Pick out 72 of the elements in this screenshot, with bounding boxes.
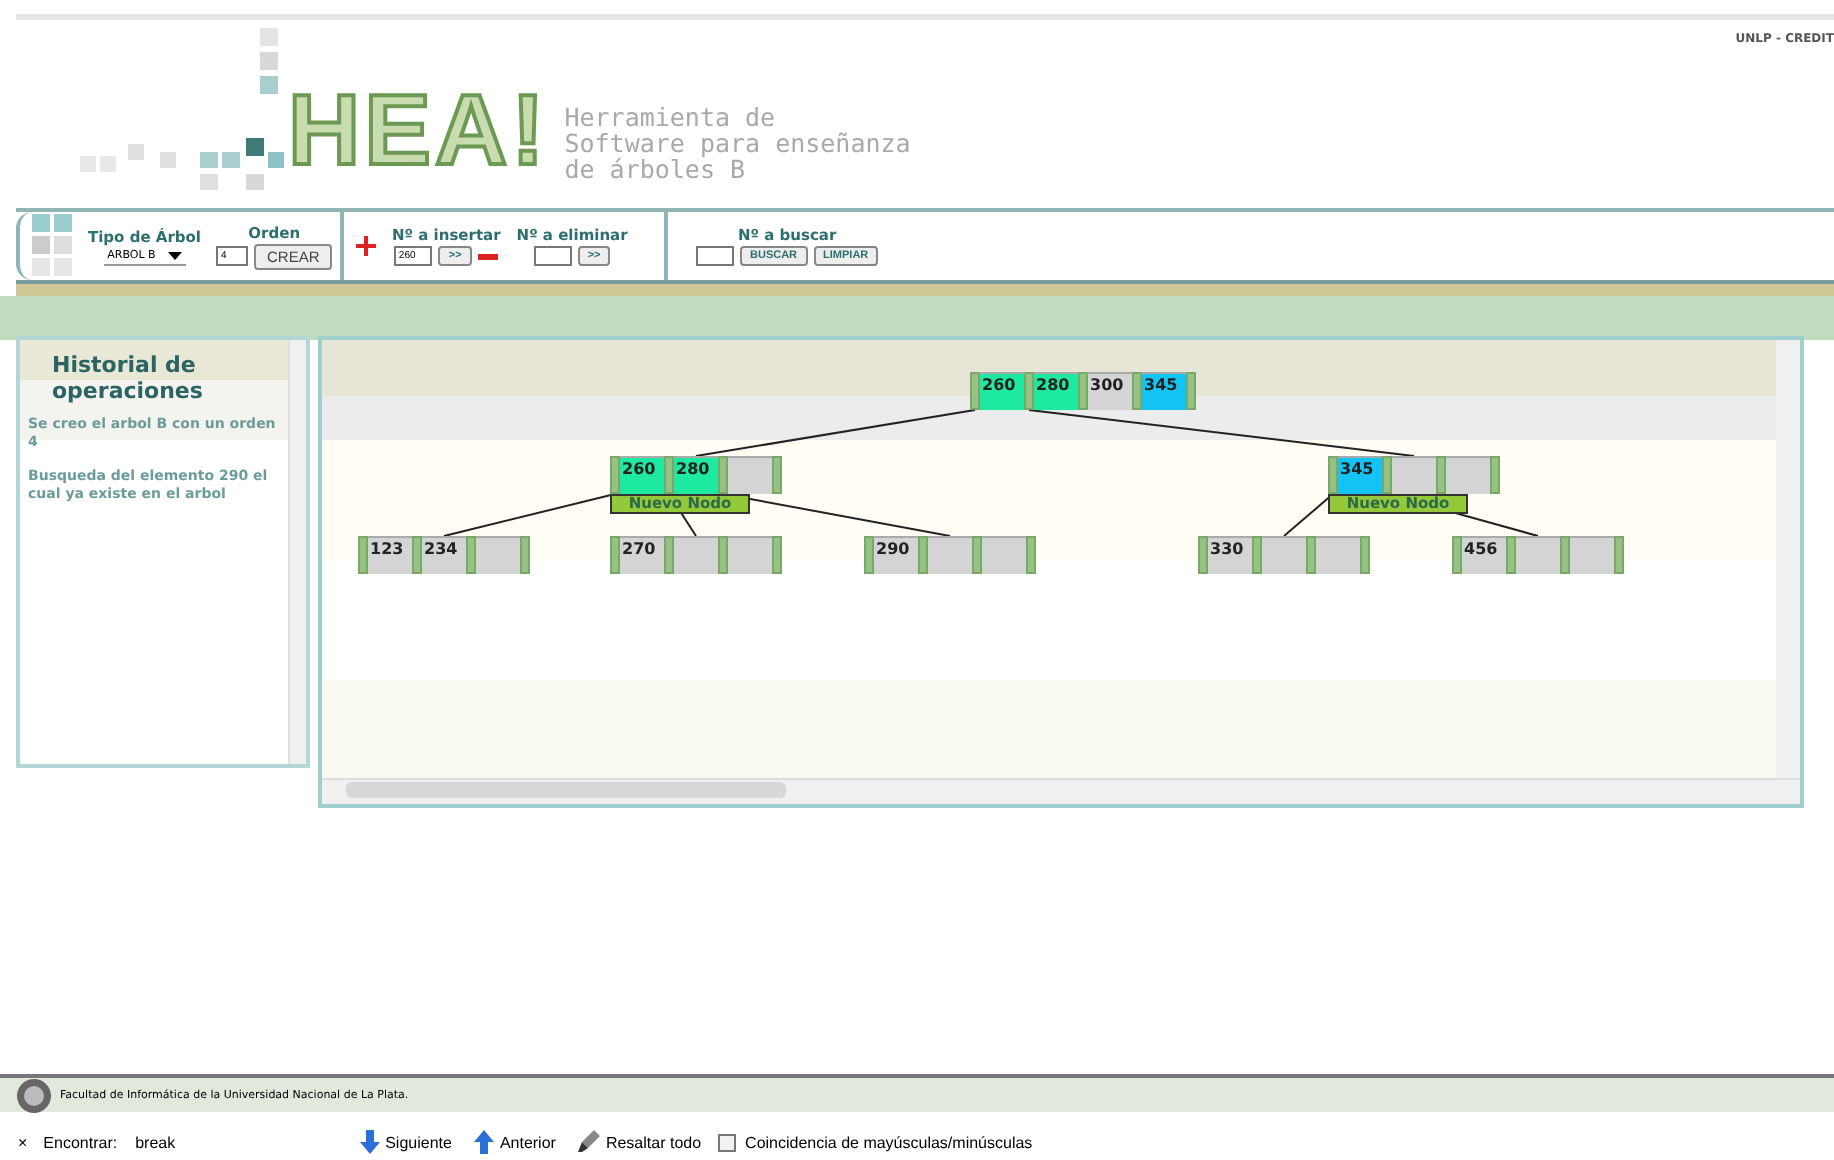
pointer-slot xyxy=(972,536,982,574)
university-seal-icon xyxy=(16,1077,52,1113)
key-cell: 456 xyxy=(1462,536,1506,574)
key-cell: 260 xyxy=(620,456,664,494)
logo-subtitle: Herramienta de xyxy=(564,104,776,130)
pointer-slot xyxy=(610,536,620,574)
pointer-slot xyxy=(1360,536,1370,574)
close-button[interactable]: × xyxy=(12,1133,34,1151)
pointer-slot xyxy=(718,536,728,574)
pointer-slot xyxy=(1382,456,1392,494)
pointer-slot xyxy=(1078,372,1088,410)
pointer-slot xyxy=(1452,536,1462,574)
logo-subtitle: Software para enseñanza xyxy=(564,130,911,156)
edge-line xyxy=(1283,493,1334,537)
key-cell: 123 xyxy=(368,536,412,574)
pointer-slot xyxy=(1024,372,1034,410)
key-cell: 280 xyxy=(674,456,718,494)
pointer-slot xyxy=(718,456,728,494)
pointer-slot xyxy=(970,372,980,410)
arrow-up-icon xyxy=(473,1130,494,1154)
find-bar-button[interactable]: Siguiente xyxy=(353,1130,458,1154)
squares-icon xyxy=(32,214,72,278)
pointer-slot xyxy=(1560,536,1570,574)
find-bar-button[interactable]: Resaltar todo xyxy=(571,1130,708,1154)
pointer-slot xyxy=(610,456,620,494)
pointer-slot xyxy=(1198,536,1208,574)
key-cell: 330 xyxy=(1208,536,1252,574)
pointer-slot xyxy=(466,536,476,574)
delete-input[interactable] xyxy=(533,246,572,266)
plus-icon xyxy=(356,236,376,256)
scrollbar[interactable] xyxy=(288,340,306,764)
pointer-slot xyxy=(1436,456,1446,494)
checkbox[interactable] xyxy=(717,1133,736,1151)
scrollbar[interactable] xyxy=(322,778,1800,804)
key-cell: 270 xyxy=(620,536,664,574)
key-cell: 280 xyxy=(1034,372,1078,410)
find-bar-button[interactable]: Anterior xyxy=(467,1130,562,1154)
history-title: Historial de operaciones xyxy=(50,352,205,404)
pointer-slot xyxy=(1026,536,1036,574)
logo-text: HEA! xyxy=(288,80,549,180)
pointer-slot xyxy=(1252,536,1262,574)
key-cell: 345 xyxy=(1338,456,1382,494)
key-cell: 300 xyxy=(1088,372,1132,410)
pointer-slot xyxy=(664,536,674,574)
search-input[interactable] xyxy=(696,246,734,266)
find-label: Encontrar: xyxy=(43,1133,118,1151)
key-cell: 234 xyxy=(422,536,466,574)
pointer-slot xyxy=(772,536,782,574)
key-cell: 260 xyxy=(980,372,1024,410)
pointer-slot xyxy=(358,536,368,574)
pointer-slot xyxy=(918,536,928,574)
pointer-slot xyxy=(864,536,874,574)
pointer-slot xyxy=(412,536,422,574)
caret-icon xyxy=(167,251,182,259)
arrow-down-icon xyxy=(359,1130,380,1154)
pointer-slot xyxy=(1328,456,1338,494)
pointer-slot xyxy=(1132,372,1142,410)
pointer-slot xyxy=(1186,372,1196,410)
highlighter-icon xyxy=(577,1130,600,1154)
pointer-slot xyxy=(1306,536,1316,574)
pointer-slot xyxy=(520,536,530,574)
scrollbar[interactable] xyxy=(1776,340,1800,778)
key-cell: 345 xyxy=(1142,372,1186,410)
logo-subtitle: de árboles B xyxy=(564,156,746,182)
checkbox-label: Coincidencia de mayúsculas/minúsculas xyxy=(745,1133,1033,1151)
pointer-slot xyxy=(1490,456,1500,494)
pointer-slot xyxy=(664,456,674,494)
pointer-slot xyxy=(772,456,782,494)
key-cell: 290 xyxy=(874,536,918,574)
pointer-slot xyxy=(1506,536,1516,574)
pointer-slot xyxy=(1614,536,1624,574)
minus-icon xyxy=(477,253,498,259)
